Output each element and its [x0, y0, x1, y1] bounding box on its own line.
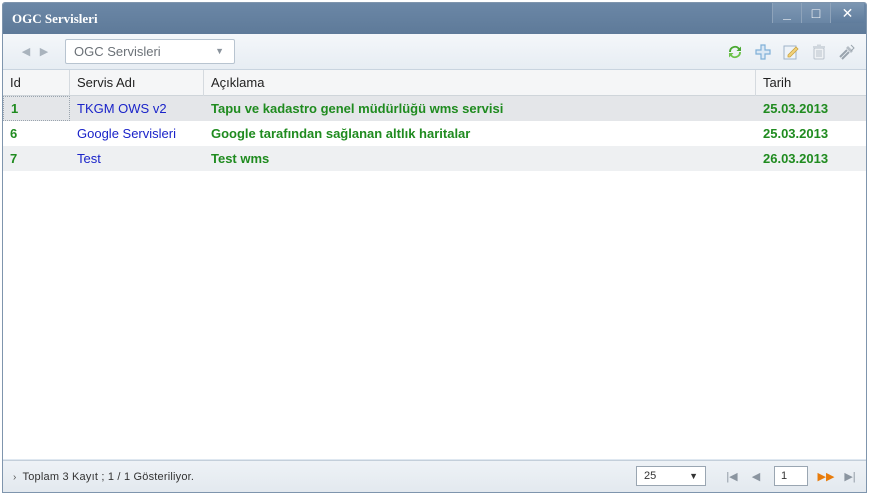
cell-id: 7	[10, 151, 18, 166]
status-text-wrap: › Toplam 3 Kayıt ; 1 / 1 Gösteriliyor.	[13, 471, 194, 483]
window-controls: _ □ ✕	[772, 3, 864, 25]
cell-service-name: TKGM OWS v2	[77, 101, 167, 116]
tool-icons	[724, 41, 858, 63]
add-icon[interactable]	[752, 41, 774, 63]
nav-group: ◀ ▶	[17, 45, 53, 58]
cell-id: 1	[3, 96, 70, 121]
column-header-description[interactable]: Açıklama	[204, 70, 756, 96]
column-header-name[interactable]: Servis Adı	[70, 70, 204, 96]
cell-description: Google tarafından sağlanan altlık harita…	[211, 126, 471, 141]
page-size-value: 25	[644, 470, 657, 482]
table-row[interactable]: 6 Google Servisleri Google tarafından sa…	[3, 121, 866, 146]
cell-date: 25.03.2013	[763, 126, 829, 141]
last-page-icon[interactable]: ▶|	[838, 470, 862, 483]
maximize-button[interactable]: □	[801, 3, 830, 23]
tools-icon[interactable]	[836, 41, 858, 63]
chevron-down-icon: ▼	[689, 471, 698, 481]
column-header-date[interactable]: Tarih	[756, 70, 866, 96]
prev-page-icon[interactable]: ◀	[744, 470, 768, 483]
service-combo[interactable]: OGC Servisleri ▼	[65, 39, 235, 64]
table-row[interactable]: 7 Test Test wms 26.03.2013	[3, 146, 866, 171]
refresh-icon[interactable]	[724, 41, 746, 63]
combo-value: OGC Servisleri	[74, 44, 161, 59]
page-number-input[interactable]: 1	[774, 466, 808, 486]
chevron-right-icon: ›	[13, 471, 17, 483]
toolbar: ◀ ▶ OGC Servisleri ▼	[3, 34, 866, 70]
back-arrow-icon[interactable]: ◀	[17, 45, 35, 58]
status-bar: › Toplam 3 Kayıt ; 1 / 1 Gösteriliyor. 25…	[3, 460, 866, 492]
page-size-select[interactable]: 25 ▼	[636, 466, 706, 486]
pager: 25 ▼ |◀ ◀ 1 ▶▶ ▶|	[636, 466, 862, 486]
cell-date: 25.03.2013	[763, 101, 829, 116]
minimize-button[interactable]: _	[772, 3, 801, 23]
forward-arrow-icon[interactable]: ▶	[35, 45, 53, 58]
close-button[interactable]: ✕	[830, 3, 864, 23]
edit-icon[interactable]	[780, 41, 802, 63]
cell-service-name: Google Servisleri	[77, 126, 176, 141]
first-page-icon[interactable]: |◀	[720, 470, 744, 483]
chevron-down-icon[interactable]: ▼	[215, 46, 224, 56]
grid-header: Id Servis Adı Açıklama Tarih	[3, 70, 866, 96]
table-row[interactable]: 1 TKGM OWS v2 Tapu ve kadastro genel müd…	[3, 96, 866, 121]
grid-body: 1 TKGM OWS v2 Tapu ve kadastro genel müd…	[3, 96, 866, 459]
title-bar[interactable]: OGC Servisleri _ □ ✕	[3, 3, 866, 34]
ogc-services-window: OGC Servisleri _ □ ✕ ◀ ▶ OGC Servisleri …	[2, 2, 867, 493]
cell-date: 26.03.2013	[763, 151, 829, 166]
record-count-text: Toplam 3 Kayıt ; 1 / 1 Gösteriliyor.	[22, 470, 195, 483]
next-page-icon[interactable]: ▶▶	[814, 470, 838, 483]
cell-id: 6	[10, 126, 18, 141]
column-header-id[interactable]: Id	[3, 70, 70, 96]
cell-service-name: Test	[77, 151, 101, 166]
cell-description: Tapu ve kadastro genel müdürlüğü wms ser…	[211, 101, 504, 116]
window-title: OGC Servisleri	[12, 10, 98, 26]
cell-description: Test wms	[211, 151, 270, 166]
delete-icon[interactable]	[808, 41, 830, 63]
